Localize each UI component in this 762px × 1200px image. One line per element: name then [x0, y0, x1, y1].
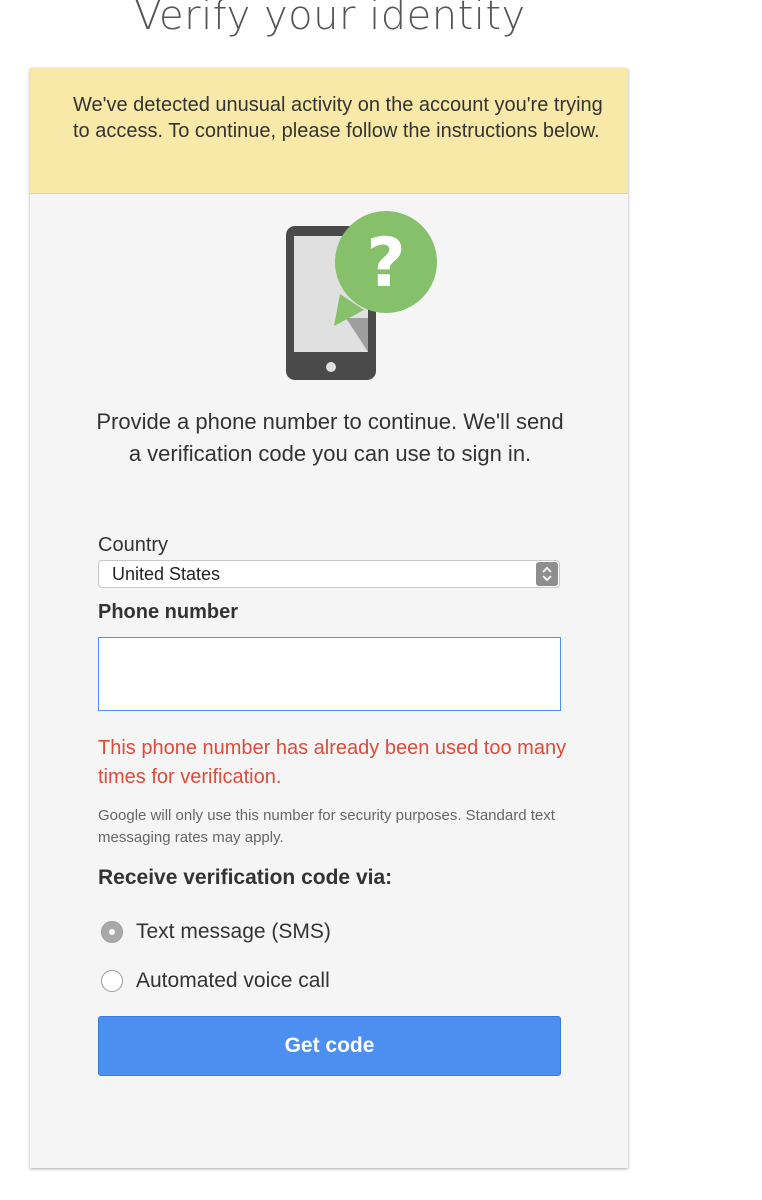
- receive-via-label: Receive verification code via:: [98, 866, 393, 889]
- warning-banner: We've detected unusual activity on the a…: [30, 68, 628, 194]
- country-selected-value: United States: [112, 564, 221, 584]
- verification-card: We've detected unusual activity on the a…: [30, 68, 628, 1168]
- warning-text: We've detected unusual activity on the a…: [73, 94, 603, 142]
- svg-text:?: ?: [366, 224, 405, 303]
- radio-voice-call[interactable]: [101, 970, 123, 992]
- verify-identity-page: Verify your identity We've detected unus…: [0, 0, 762, 1200]
- security-note: Google will only use this number for sec…: [98, 807, 555, 846]
- error-message: This phone number has already been used …: [98, 737, 567, 788]
- get-code-button[interactable]: Get code: [98, 1016, 561, 1076]
- radio-sms[interactable]: [101, 921, 123, 943]
- radio-label-voice-call: Automated voice call: [136, 969, 330, 992]
- page-title: Verify your identity: [134, 0, 526, 39]
- phone-number-label: Phone number: [98, 601, 239, 623]
- phone-number-input[interactable]: [98, 637, 561, 711]
- radio-label-sms: Text message (SMS): [136, 920, 331, 943]
- country-label: Country: [98, 534, 169, 556]
- select-arrows-icon: [536, 562, 558, 586]
- prompt-text: Provide a phone number to continue. We'l…: [96, 409, 564, 466]
- country-select[interactable]: United States: [98, 560, 560, 588]
- phone-question-icon: ?: [280, 210, 450, 390]
